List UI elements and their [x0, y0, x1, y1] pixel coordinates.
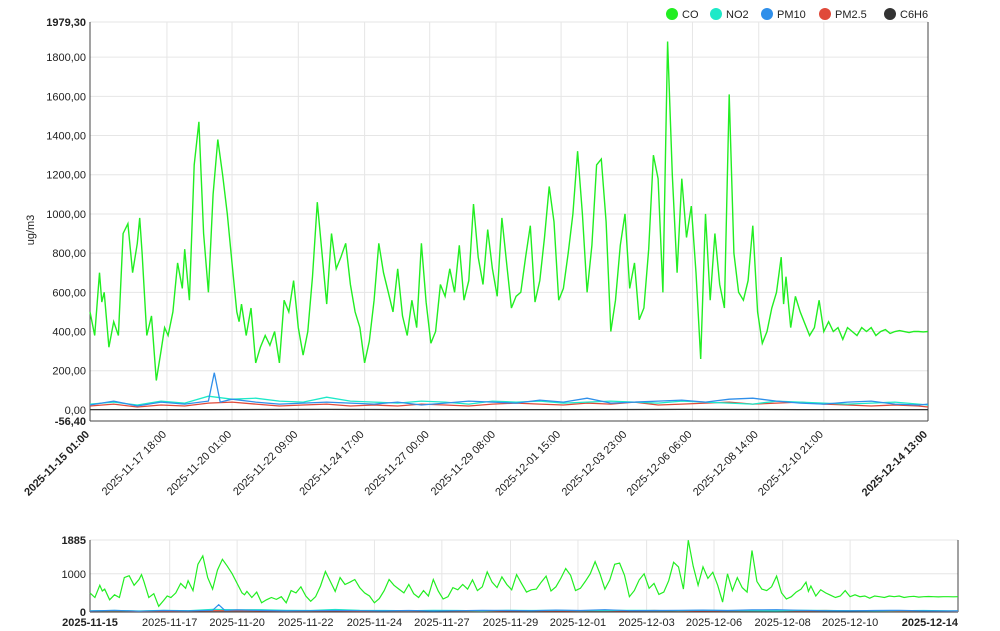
- nav-series-line-co: [89, 540, 959, 608]
- x-tick-label: 2025-12-06 06:00: [625, 429, 695, 499]
- x-tick-label: 2025-12-14 13:00: [860, 429, 930, 499]
- x-tick-label: 2025-12-08 14:00: [691, 429, 761, 499]
- x-tick-label: 2025-11-27 00:00: [362, 429, 431, 498]
- nav-x-tick-label: 2025-12-01: [550, 617, 606, 629]
- y-tick-label: -56,40: [55, 416, 86, 428]
- nav-x-tick-label: 2025-11-22: [278, 617, 333, 629]
- legend-marker: [666, 8, 678, 20]
- series-line-co: [89, 41, 929, 381]
- nav-x-tick-label: 2025-11-29: [483, 617, 538, 629]
- legend-label: NO2: [726, 9, 749, 21]
- y-tick-label: 1979,30: [46, 17, 86, 29]
- nav-y-tick-label: 1885: [62, 535, 86, 547]
- nav-x-tick-label: 2025-11-24: [347, 617, 402, 629]
- x-tick-label: 2025-11-15 01:00: [22, 429, 92, 499]
- nav-x-tick-label: 2025-12-06: [686, 617, 742, 629]
- nav-x-tick-label: 2025-11-15: [62, 617, 118, 629]
- y-tick-label: 200,00: [52, 366, 86, 378]
- y-tick-label: 1000,00: [46, 209, 86, 221]
- y-tick-label: 1400,00: [46, 131, 86, 143]
- nav-x-tick-label: 2025-11-20: [209, 617, 264, 629]
- y-tick-label: 1200,00: [46, 170, 86, 182]
- x-tick-label: 2025-11-24 17:00: [297, 429, 366, 498]
- x-tick-label: 2025-12-01 15:00: [493, 429, 563, 499]
- legend-label: C6H6: [900, 9, 928, 21]
- nav-x-tick-label: 2025-12-03: [618, 617, 674, 629]
- x-tick-label: 2025-11-29 08:00: [429, 429, 498, 498]
- y-tick-label: 600,00: [52, 287, 86, 299]
- x-tick-label: 2025-11-22 09:00: [231, 429, 300, 498]
- nav-x-tick-label: 2025-12-08: [755, 617, 811, 629]
- nav-x-tick-label: 2025-12-14: [902, 617, 959, 629]
- x-tick-label: 2025-12-10 21:00: [756, 429, 826, 499]
- y-tick-label: 800,00: [52, 248, 86, 260]
- legend-label: CO: [682, 9, 699, 21]
- nav-y-tick-label: 1000: [62, 569, 86, 581]
- nav-x-tick-label: 2025-11-17: [142, 617, 197, 629]
- nav-x-tick-label: 2025-11-27: [414, 617, 469, 629]
- legend-marker: [819, 8, 831, 20]
- y-tick-label: 1600,00: [46, 91, 86, 103]
- legend-label: PM10: [777, 9, 806, 21]
- series-line-pm10: [89, 372, 929, 407]
- legend-label: PM2.5: [835, 9, 867, 21]
- y-axis-title: ug/m3: [25, 215, 37, 246]
- x-tick-label: 2025-11-20 01:00: [165, 429, 234, 498]
- y-tick-label: 400,00: [52, 327, 86, 339]
- legend-marker: [884, 8, 896, 20]
- line-chart: 1979,30 1800,00 1600,00 1400,00 1200,00 1000,…: [22, 8, 959, 629]
- x-tick-label: 2025-12-03 23:00: [560, 429, 630, 499]
- y-tick-label: 1800,00: [46, 52, 86, 64]
- legend-marker: [761, 8, 773, 20]
- legend-marker: [710, 8, 722, 20]
- x-tick-label: 2025-11-17 18:00: [100, 429, 169, 498]
- nav-x-tick-label: 2025-12-10: [822, 617, 878, 629]
